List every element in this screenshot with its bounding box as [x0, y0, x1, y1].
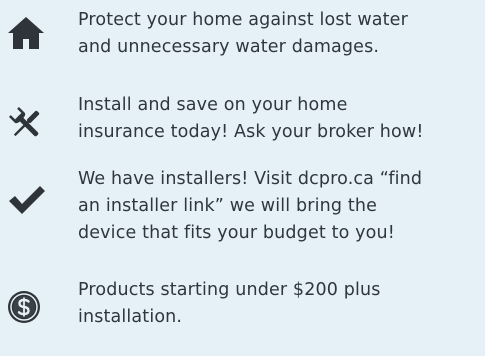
feature-list: Protect your home against lost water and…: [0, 0, 485, 356]
feature-text-line: an installer link” we will bring the: [78, 196, 378, 216]
feature-text-installers: We have installers! Visit dcpro.ca “find…: [78, 166, 483, 247]
feature-text-line: Install and save on your home: [78, 95, 348, 115]
checkmark-icon: [6, 180, 46, 220]
feature-text-home: Protect your home against lost water and…: [78, 7, 483, 61]
feature-text-line: We have installers! Visit dcpro.ca “find: [78, 169, 423, 189]
dollar-coin-icon: [6, 287, 46, 327]
feature-text-tools: Install and save on your home insurance …: [78, 92, 483, 146]
tools-icon: [6, 104, 46, 144]
feature-text-line: installation.: [78, 307, 183, 327]
feature-text-line: device that fits your budget to you!: [78, 223, 395, 243]
feature-text-line: Protect your home against lost water: [78, 10, 408, 30]
feature-text-line: insurance today! Ask your broker how!: [78, 122, 424, 142]
feature-text-price: Products starting under $200 plus instal…: [78, 277, 483, 331]
feature-text-line: Products starting under $200 plus: [78, 280, 381, 300]
feature-text-line: and unnecessary water damages.: [78, 37, 380, 57]
home-icon: [6, 13, 46, 53]
